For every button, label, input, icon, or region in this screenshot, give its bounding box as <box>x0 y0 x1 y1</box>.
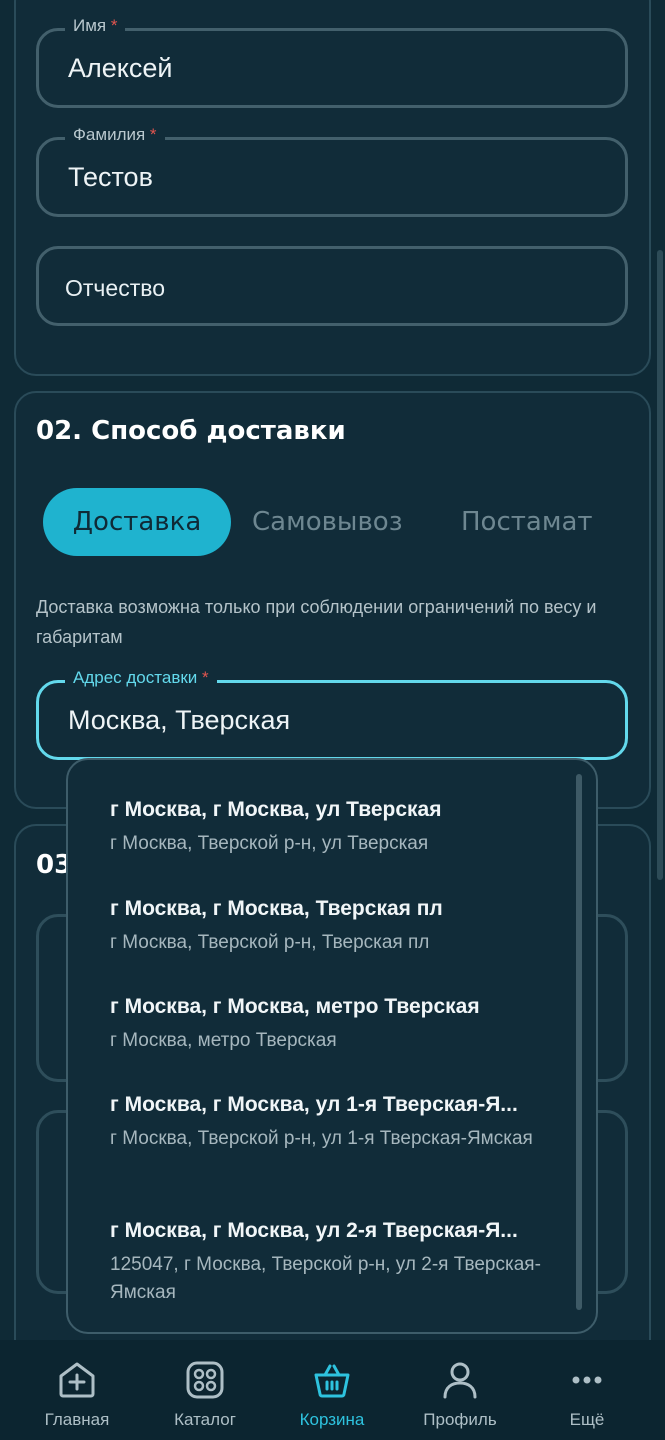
middle-name-field[interactable]: Отчество <box>36 246 628 326</box>
nav-item-more[interactable]: Ещё <box>527 1360 647 1430</box>
tab-pickup[interactable]: Самовывоз <box>252 488 403 556</box>
more-dots-icon <box>572 1376 602 1384</box>
suggestion-main-text: г Москва, г Москва, метро Тверская <box>110 995 480 1018</box>
suggestion-sub-text: г Москва, Тверской р-н, ул Тверская <box>110 833 429 854</box>
home-plus-icon <box>59 1362 95 1398</box>
bottom-navigation: Главная Каталог Корзина Профиль Ещё <box>0 1340 665 1440</box>
suggestion-item[interactable]: г Москва, г Москва, ул Тверская г Москва… <box>110 798 570 858</box>
page-scrollbar[interactable] <box>657 250 663 880</box>
first-name-value: Алексей <box>68 53 173 83</box>
delivery-section-title: 02. Способ доставки <box>36 416 346 446</box>
delivery-address-label: Адрес доставки * <box>65 668 217 688</box>
suggestion-main-text: г Москва, г Москва, ул 1-я Тверская-Я... <box>110 1093 518 1116</box>
suggestion-item[interactable]: г Москва, г Москва, Тверская пл г Москва… <box>110 897 570 957</box>
nav-label-cart: Корзина <box>299 1410 365 1429</box>
first-name-field[interactable]: Имя * Алексей <box>36 16 628 108</box>
delivery-address-value: Москва, Тверская <box>68 705 291 735</box>
suggestion-sub-text: г Москва, Тверской р-н, Тверская пл <box>110 932 430 953</box>
suggestion-item[interactable]: г Москва, г Москва, метро Тверская г Мос… <box>110 995 570 1055</box>
delivery-hint: Доставка возможна только при соблюдении … <box>36 597 597 647</box>
suggestion-main-text: г Москва, г Москва, ул 2-я Тверская-Я... <box>110 1219 518 1242</box>
suggestion-sub-text: г Москва, метро Тверская <box>110 1030 337 1051</box>
suggestion-main-text: г Москва, г Москва, Тверская пл <box>110 897 443 920</box>
nav-label-more: Ещё <box>569 1410 605 1429</box>
catalog-grid-icon <box>186 1361 224 1399</box>
last-name-field[interactable]: Фамилия * Тестов <box>36 125 628 217</box>
profile-icon <box>443 1362 477 1399</box>
last-name-value: Тестов <box>68 162 153 192</box>
suggestion-item[interactable]: г Москва, г Москва, ул 2-я Тверская-Я...… <box>110 1219 570 1307</box>
tab-parcel-locker[interactable]: Постамат <box>461 488 593 556</box>
suggestion-sub-text: 125047, г Москва, Тверской р-н, ул 2-я Т… <box>110 1254 541 1303</box>
suggestions-scrollbar[interactable] <box>576 774 582 1310</box>
middle-name-placeholder: Отчество <box>65 275 165 301</box>
nav-item-catalog[interactable]: Каталог <box>145 1360 265 1430</box>
nav-item-cart[interactable]: Корзина <box>272 1360 392 1430</box>
suggestion-item[interactable]: г Москва, г Москва, ул 1-я Тверская-Я...… <box>110 1093 570 1153</box>
address-suggestions-dropdown: г Москва, г Москва, ул Тверская г Москва… <box>66 758 598 1334</box>
first-name-label: Имя * <box>65 16 126 36</box>
tab-delivery[interactable]: Доставка <box>43 488 231 556</box>
basket-icon <box>314 1364 350 1398</box>
suggestion-sub-text: г Москва, Тверской р-н, ул 1-я Тверская-… <box>110 1128 533 1149</box>
checkout-page: Имя * Алексей Фамилия * Тестов Отчество … <box>0 0 665 1440</box>
nav-label-profile: Профиль <box>423 1410 497 1429</box>
nav-label-catalog: Каталог <box>174 1410 236 1429</box>
delivery-address-field[interactable]: Адрес доставки * Москва, Тверская <box>36 668 628 760</box>
nav-item-profile[interactable]: Профиль <box>400 1360 520 1430</box>
nav-label-home: Главная <box>44 1410 110 1429</box>
nav-item-home[interactable]: Главная <box>17 1360 137 1430</box>
suggestion-main-text: г Москва, г Москва, ул Тверская <box>110 798 442 821</box>
last-name-label: Фамилия * <box>65 125 165 145</box>
